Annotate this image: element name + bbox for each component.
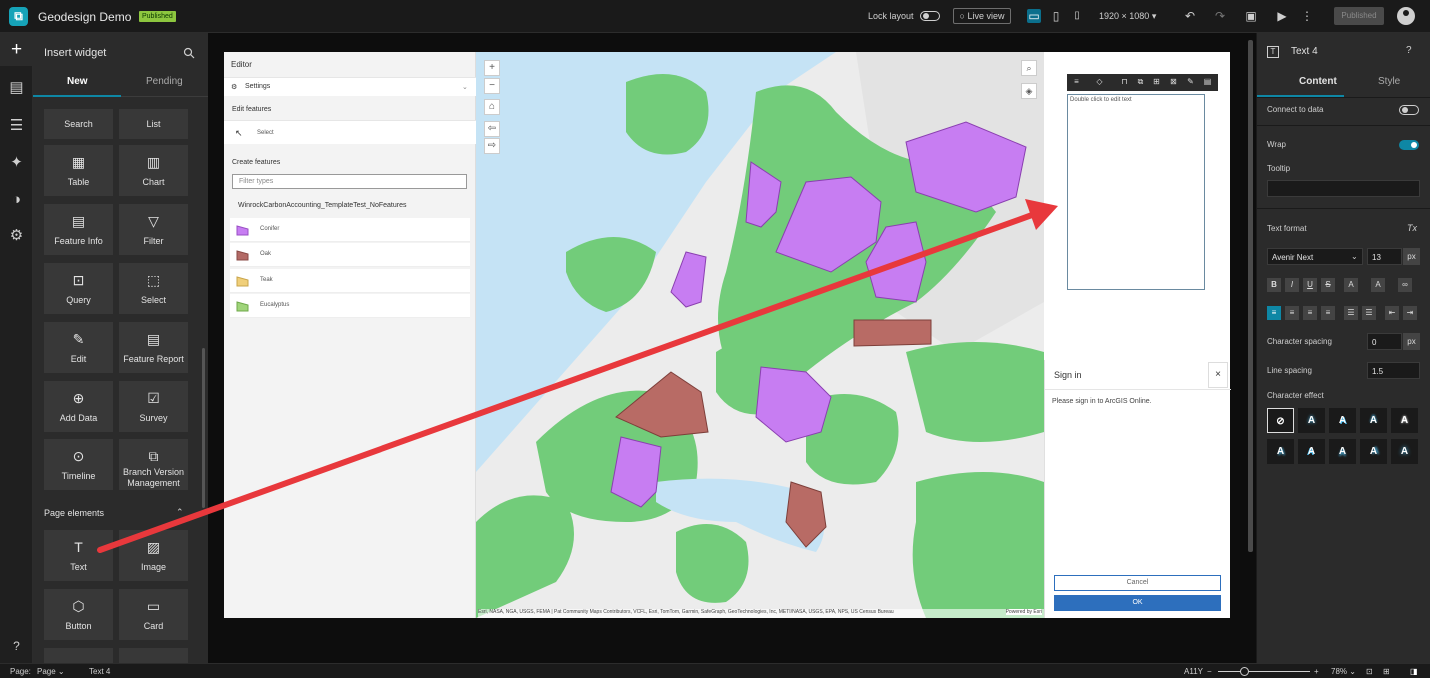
text-format-label: Text format (1267, 224, 1307, 233)
selected-element[interactable]: Text 4 (89, 667, 110, 676)
chevron-down-icon: ⌄ (55, 667, 65, 676)
panel-toggle-icon[interactable]: ◨ (1410, 667, 1418, 676)
effect-lift-icon[interactable]: A (1360, 408, 1387, 433)
panel-widget-title[interactable]: Text 4 (1291, 46, 1318, 57)
character-effect-label: Character effect (1267, 391, 1324, 400)
wrap-label: Wrap (1267, 140, 1286, 149)
zoom-value: 78% (1331, 667, 1348, 676)
accessibility-check[interactable]: A11Y (1184, 667, 1203, 676)
page-select[interactable]: Page ⌄ (37, 667, 65, 676)
clear-format-icon[interactable]: Tx (1407, 223, 1417, 233)
align-center-icon[interactable]: ≡ (1285, 306, 1299, 320)
numbered-list-icon[interactable]: ☰ (1362, 306, 1376, 320)
fit-screen-icon[interactable]: ⊞ (1383, 667, 1390, 676)
tab-divider (1257, 97, 1430, 98)
page-label: Page: (10, 667, 31, 676)
bold-icon[interactable]: B (1267, 278, 1281, 292)
zoom-slider[interactable] (1218, 671, 1310, 672)
help-icon[interactable]: ? (1406, 45, 1412, 56)
effect-outline-icon[interactable]: A (1391, 408, 1418, 433)
no-effect-icon[interactable]: ⊘ (1267, 408, 1294, 433)
font-size-value: 13 (1372, 253, 1381, 262)
strikethrough-icon[interactable]: S (1321, 278, 1335, 292)
character-spacing-input[interactable]: 0 (1367, 333, 1402, 350)
zoom-in-icon[interactable]: + (1314, 667, 1319, 676)
bullet-list-icon[interactable]: ☰ (1344, 306, 1358, 320)
line-spacing-input[interactable]: 1.5 (1367, 362, 1420, 379)
font-size-input[interactable]: 13 (1367, 248, 1402, 265)
character-spacing-value: 0 (1372, 338, 1377, 347)
link-icon[interactable]: ∞ (1398, 278, 1412, 292)
effect-neon-icon[interactable]: A (1391, 439, 1418, 464)
section-divider (1257, 125, 1430, 126)
line-spacing-value: 1.5 (1372, 367, 1384, 376)
italic-icon[interactable]: I (1285, 278, 1299, 292)
section-divider (1257, 208, 1430, 209)
text-widget-icon: T (1267, 46, 1279, 58)
underline-icon[interactable]: U (1303, 278, 1317, 292)
experience-builder: ⧉ Geodesign Demo Published Lock layout ○… (0, 0, 1430, 678)
indent-icon[interactable]: ⇥ (1403, 306, 1417, 320)
connect-to-data-toggle[interactable] (1399, 105, 1419, 115)
effect-soft-shadow-icon[interactable]: A (1267, 439, 1294, 464)
zoom-slider-handle[interactable] (1240, 667, 1249, 676)
tooltip-label: Tooltip (1267, 164, 1291, 173)
connect-to-data-label: Connect to data (1267, 105, 1324, 114)
status-bar: Page: Page ⌄ Text 4 A11Y − + 78% ⌄ ⊡ ⊞ ◨ (0, 663, 1430, 678)
canvas-scrollbar[interactable] (1248, 40, 1253, 552)
tooltip-input[interactable] (1267, 180, 1420, 197)
zoom-out-icon[interactable]: − (1207, 667, 1212, 676)
tab-content[interactable]: Content (1299, 76, 1337, 87)
widget-settings-panel: T Text 4 ? Content Style Connect to data… (1256, 33, 1430, 663)
wrap-toggle[interactable] (1399, 140, 1419, 150)
chevron-down-icon: ⌄ (1351, 252, 1358, 261)
font-family-select[interactable]: Avenir Next ⌄ (1267, 248, 1363, 265)
effect-glow-icon[interactable]: A (1298, 408, 1325, 433)
highlight-color-icon[interactable]: A (1371, 278, 1385, 292)
font-size-unit[interactable]: px (1403, 248, 1420, 265)
chevron-down-icon: ⌄ (1347, 667, 1356, 676)
character-spacing-unit[interactable]: px (1403, 333, 1420, 350)
annotation-arrow (97, 199, 1058, 553)
align-justify-icon[interactable]: ≡ (1321, 306, 1335, 320)
effect-right-shadow-icon[interactable]: A (1360, 439, 1387, 464)
fit-width-icon[interactable]: ⊡ (1366, 667, 1373, 676)
outdent-icon[interactable]: ⇤ (1385, 306, 1399, 320)
align-right-icon[interactable]: ≡ (1303, 306, 1317, 320)
character-spacing-label: Character spacing (1267, 337, 1332, 346)
effect-drop-shadow-icon[interactable]: A (1329, 439, 1356, 464)
line-spacing-label: Line spacing (1267, 366, 1312, 375)
font-color-icon[interactable]: A (1344, 278, 1358, 292)
effect-shadow-icon[interactable]: A (1329, 408, 1356, 433)
page-select-value: Page (37, 667, 56, 676)
tab-style[interactable]: Style (1378, 76, 1400, 87)
effect-left-shadow-icon[interactable]: A (1298, 439, 1325, 464)
font-family-value: Avenir Next (1272, 253, 1314, 262)
zoom-level[interactable]: 78% ⌄ (1331, 667, 1356, 676)
align-left-icon[interactable]: ≡ (1267, 306, 1281, 320)
